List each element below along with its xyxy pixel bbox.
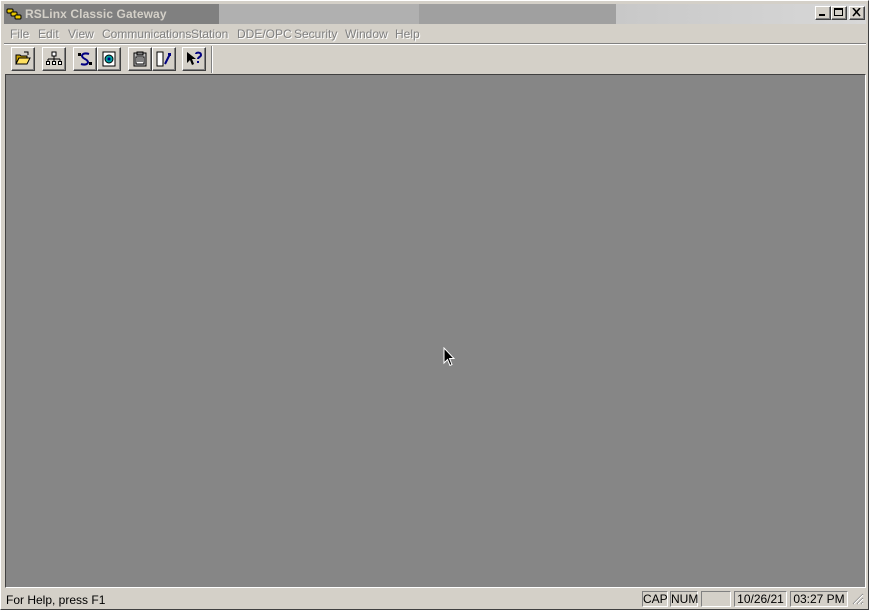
toolbar <box>4 45 866 74</box>
maximize-icon <box>834 8 843 16</box>
status-date: 10/26/21 <box>734 591 787 607</box>
toolbar-separator <box>211 46 213 73</box>
menu-edit[interactable]: Edit <box>38 27 59 41</box>
maximize-button[interactable] <box>831 6 847 20</box>
menu-file[interactable]: File <box>10 27 29 41</box>
minimize-icon <box>819 14 825 16</box>
open-button[interactable] <box>11 47 35 71</box>
window-title: RSLinx Classic Gateway <box>25 7 167 21</box>
menu-help[interactable]: Help <box>395 27 420 41</box>
configure-drivers-button[interactable] <box>73 47 97 71</box>
menu-security[interactable]: Security <box>294 27 337 41</box>
rswho-button[interactable] <box>42 47 66 71</box>
driver-diagnostics-icon <box>102 51 116 67</box>
topic-configuration-icon <box>133 51 147 67</box>
mouse-pointer-icon <box>443 346 456 370</box>
title-bar[interactable]: RSLinx Classic Gateway <box>4 4 866 24</box>
close-icon <box>852 8 861 17</box>
status-scroll-lock <box>701 591 731 607</box>
mdi-workspace[interactable] <box>5 74 866 588</box>
open-folder-icon <box>15 51 31 65</box>
opc-test-button[interactable] <box>152 47 176 71</box>
rslinx-chain-icon[interactable] <box>6 6 22 22</box>
opc-test-icon <box>156 51 171 67</box>
main-window: RSLinx Classic Gateway File Edit View Co… <box>0 0 869 610</box>
status-help-text: For Help, press F1 <box>6 593 106 607</box>
menu-bar: File Edit View Communications Station DD… <box>4 25 866 43</box>
configure-drivers-icon <box>78 52 92 66</box>
menu-dde-opc[interactable]: DDE/OPC <box>237 27 292 41</box>
context-help-icon <box>187 51 202 65</box>
context-help-button[interactable] <box>182 47 206 71</box>
menu-window[interactable]: Window <box>345 27 388 41</box>
close-button[interactable] <box>849 6 865 20</box>
status-time: 03:27 PM <box>790 591 848 607</box>
status-caps-lock: CAP <box>642 591 668 607</box>
status-bar: For Help, press F1 CAP NUM 10/26/21 03:2… <box>4 590 866 608</box>
menu-view[interactable]: View <box>68 27 94 41</box>
rswho-network-icon <box>46 51 62 65</box>
menu-station[interactable]: Station <box>191 27 228 41</box>
resize-grip-icon[interactable] <box>852 593 864 608</box>
driver-diagnostics-button[interactable] <box>97 47 121 71</box>
menu-communications[interactable]: Communications <box>102 27 191 41</box>
topic-configuration-button[interactable] <box>128 47 152 71</box>
minimize-button[interactable] <box>815 6 831 20</box>
status-num-lock: NUM <box>670 591 699 607</box>
